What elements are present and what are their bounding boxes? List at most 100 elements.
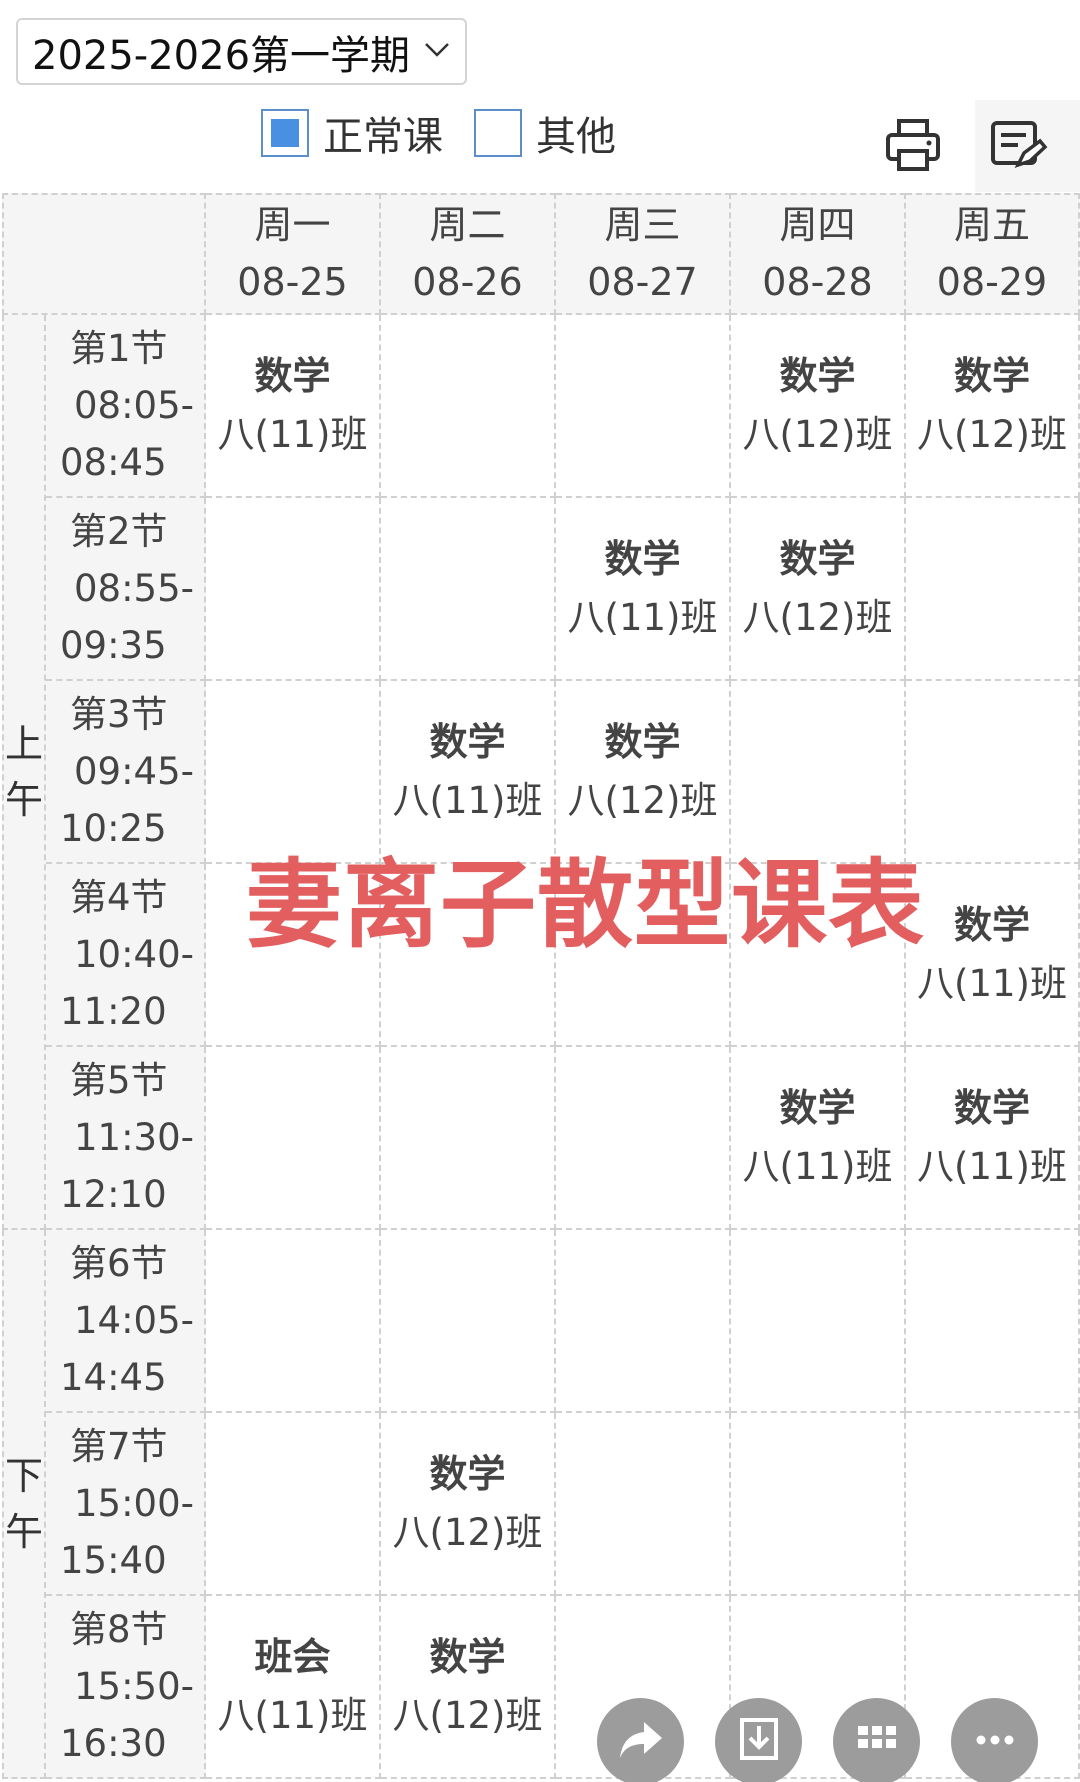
period-end: 11:20: [60, 990, 167, 1033]
empty-cell[interactable]: [731, 1230, 906, 1413]
lesson-class: 八(12)班: [742, 412, 893, 456]
empty-cell[interactable]: [906, 498, 1080, 681]
empty-cell[interactable]: [731, 681, 906, 864]
lesson-subject: 数学: [953, 353, 1030, 398]
empty-cell[interactable]: [206, 1047, 381, 1230]
grid-corner: [2, 193, 206, 315]
empty-cell[interactable]: [556, 1047, 731, 1230]
period-start: 09:45-: [74, 750, 194, 793]
empty-cell[interactable]: [206, 1230, 381, 1413]
lesson-class: 八(12)班: [567, 778, 718, 822]
lesson-subject: 数学: [604, 536, 681, 581]
empty-cell[interactable]: [381, 498, 556, 681]
day-date: 08-25: [237, 260, 348, 304]
empty-cell[interactable]: [556, 1230, 731, 1413]
period-end: 08:45: [60, 441, 167, 484]
period-name: 第6节: [70, 1242, 168, 1285]
period-name: 第8节: [70, 1608, 168, 1651]
lesson-cell[interactable]: 数学 八(11)班: [731, 1047, 906, 1230]
period-name: 第7节: [70, 1425, 168, 1468]
edit-share-button[interactable]: [985, 112, 1051, 178]
lesson-cell[interactable]: 数学八(12)班: [731, 315, 906, 498]
part-label-top: 上: [4, 721, 43, 766]
download-icon: [739, 1718, 778, 1760]
empty-cell[interactable]: [381, 864, 556, 1047]
grid-button[interactable]: [833, 1698, 920, 1782]
lesson-class: 八(12)班: [392, 1693, 543, 1737]
filter-other[interactable]: 其他: [474, 105, 616, 161]
lesson-cell[interactable]: 数学 八(11)班: [556, 498, 731, 681]
day-name: 周二: [429, 203, 506, 247]
afternoon-label: 下午: [2, 1230, 46, 1779]
empty-cell[interactable]: [731, 1413, 906, 1596]
lesson-cell[interactable]: 数学 八(11)班: [906, 1047, 1080, 1230]
empty-cell[interactable]: [206, 864, 381, 1047]
other-label: 其他: [536, 114, 616, 160]
period-label: 第4节 10:40- 11:20: [46, 864, 206, 1047]
empty-cell[interactable]: [556, 864, 731, 1047]
lesson-cell[interactable]: 数学八(12)班: [381, 1596, 556, 1779]
part-label-text: 下午: [4, 1448, 44, 1560]
other-checkbox[interactable]: [474, 109, 522, 157]
day-header: 周一 08-25: [206, 193, 381, 315]
filter-normal-course[interactable]: 正常课: [261, 105, 443, 161]
part-label-top: 下: [4, 1453, 43, 1498]
empty-cell[interactable]: [381, 315, 556, 498]
lesson-class: 八(11)班: [742, 1144, 893, 1188]
day-name: 周三: [604, 203, 681, 247]
lesson-class: 八(12)班: [917, 412, 1067, 456]
lesson-cell[interactable]: 数学 八(11)班: [906, 864, 1080, 1047]
lesson-subject: 数学: [953, 1085, 1030, 1130]
period-label: 第3节 09:45- 10:25: [46, 681, 206, 864]
empty-cell[interactable]: [906, 1413, 1080, 1596]
period-start: 08:55-: [74, 567, 194, 610]
period-name: 第5节: [70, 1059, 168, 1102]
lesson-cell[interactable]: 数学 八(11)班: [206, 315, 381, 498]
share-arrow-icon: [619, 1722, 662, 1758]
period-label: 第5节 11:30- 12:10: [46, 1047, 206, 1230]
morning-label: 上午: [2, 315, 46, 1230]
day-date: 08-28: [762, 260, 873, 304]
empty-cell[interactable]: [206, 681, 381, 864]
period-start: 10:40-: [74, 933, 194, 976]
empty-cell[interactable]: [556, 315, 731, 498]
edit-share-icon: [991, 121, 1048, 168]
semester-select[interactable]: 2025-2026第一学期: [16, 18, 467, 85]
empty-cell[interactable]: [381, 1230, 556, 1413]
lesson-class: 八(12)班: [392, 1510, 543, 1554]
lesson-cell[interactable]: 数学 八(12)班: [731, 498, 906, 681]
download-button[interactable]: [715, 1698, 802, 1782]
print-button[interactable]: [880, 112, 946, 178]
lesson-subject: 数学: [604, 719, 681, 764]
share-button[interactable]: [597, 1698, 684, 1782]
lesson-cell[interactable]: 数学 八(12)班: [381, 1413, 556, 1596]
part-label-bottom: 午: [4, 777, 43, 822]
period-name: 第4节: [70, 876, 168, 919]
empty-cell[interactable]: [731, 864, 906, 1047]
lesson-cell[interactable]: 数学八(12)班: [556, 681, 731, 864]
semester-select-value: 2025-2026第一学期: [32, 32, 411, 79]
lesson-cell[interactable]: 数学八(12)班: [906, 315, 1080, 498]
empty-cell[interactable]: [906, 681, 1080, 864]
period-name: 第1节: [70, 327, 168, 370]
day-header: 周五 08-29: [906, 193, 1080, 315]
lesson-subject: 数学: [254, 353, 331, 398]
lesson-subject: 数学: [779, 536, 856, 581]
empty-cell[interactable]: [206, 1413, 381, 1596]
empty-cell[interactable]: [556, 1413, 731, 1596]
lesson-subject: 数学: [429, 1634, 506, 1679]
empty-cell[interactable]: [381, 1047, 556, 1230]
grid-icon: [857, 1726, 896, 1748]
lesson-subject: 班会: [254, 1634, 331, 1679]
day-name: 周一: [254, 203, 331, 247]
more-button[interactable]: [951, 1698, 1038, 1782]
lesson-cell[interactable]: 班会 八(11)班: [206, 1596, 381, 1779]
period-end: 10:25: [60, 807, 167, 850]
empty-cell[interactable]: [206, 498, 381, 681]
empty-cell[interactable]: [906, 1230, 1080, 1413]
lesson-cell[interactable]: 数学 八(11)班: [381, 681, 556, 864]
part-label-bottom: 午: [4, 1509, 43, 1554]
lesson-subject: 数学: [779, 353, 856, 398]
normal-course-checkbox[interactable]: [261, 109, 309, 157]
lesson-class: 八(11)班: [392, 778, 543, 822]
